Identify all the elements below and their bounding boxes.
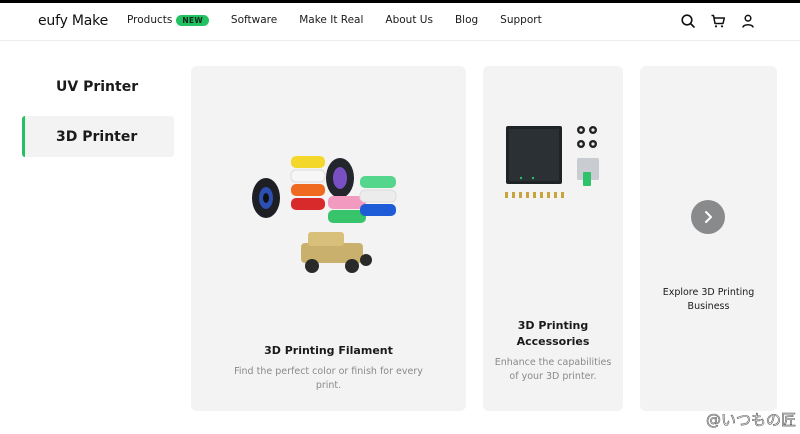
category-sidebar: UV Printer 3D Printer (22, 66, 174, 166)
nav-item-software[interactable]: Software (231, 14, 277, 26)
card-3d-printing-filament[interactable]: 3D Printing Filament Find the perfect co… (191, 66, 466, 411)
card-description: Find the perfect color or finish for eve… (234, 366, 423, 391)
card-description: Enhance the capabilities of your 3D prin… (494, 357, 612, 382)
user-icon[interactable] (740, 13, 756, 29)
card-title: 3D Printing Accessories (516, 319, 590, 348)
card-3d-printing-accessories[interactable]: 3D Printing Accessories Enhance the capa… (483, 66, 623, 411)
card-title: Explore 3D Printing Business (662, 287, 755, 312)
card-title: 3D Printing Filament (264, 344, 393, 357)
site-header: eufy Make Products NEW Software Make It … (0, 3, 800, 41)
card-explore-business[interactable]: Explore 3D Printing Business (640, 66, 777, 411)
brand-logo[interactable]: eufy Make (38, 13, 108, 29)
filament-image (252, 156, 397, 273)
nav-item-make-it-real[interactable]: Make It Real (299, 14, 363, 26)
nav-item-about-us[interactable]: About Us (385, 14, 433, 26)
watermark: @いつもの匠 (705, 411, 797, 430)
header-actions (666, 13, 756, 29)
nav-item-label: Products (127, 14, 173, 26)
nav-item-blog[interactable]: Blog (455, 14, 478, 26)
accessories-image (505, 126, 599, 198)
sidebar-item-uv-printer[interactable]: UV Printer (22, 66, 174, 107)
nav-item-products[interactable]: Products NEW (127, 14, 209, 26)
main-nav: Products NEW Software Make It Real About… (127, 14, 564, 26)
search-icon[interactable] (680, 13, 696, 29)
explore-next-button[interactable] (691, 200, 725, 234)
cart-icon[interactable] (710, 13, 726, 29)
nav-item-support[interactable]: Support (500, 14, 542, 26)
sidebar-item-3d-printer[interactable]: 3D Printer (22, 116, 174, 157)
chevron-right-icon (705, 211, 712, 223)
new-badge: NEW (176, 14, 209, 26)
